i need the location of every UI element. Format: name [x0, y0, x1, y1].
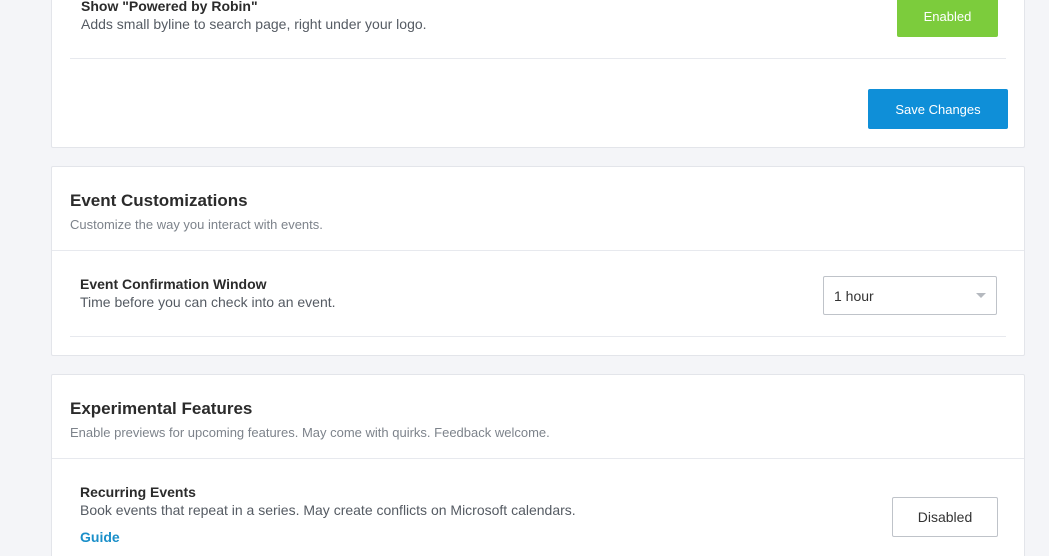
save-changes-button[interactable]: Save Changes: [868, 89, 1008, 129]
recurring-events-title: Recurring Events: [80, 484, 196, 500]
powered-by-description: Adds small byline to search page, right …: [81, 16, 427, 32]
recurring-events-toggle-button[interactable]: Disabled: [892, 497, 998, 537]
powered-by-toggle-button[interactable]: Enabled: [897, 0, 998, 37]
settings-page: Show "Powered by Robin" Adds small bylin…: [0, 0, 1049, 556]
experimental-features-subtitle: Enable previews for upcoming features. M…: [70, 425, 550, 440]
experimental-features-title: Experimental Features: [70, 399, 253, 418]
divider: [52, 250, 1024, 251]
event-customizations-card: Event Customizations Customize the way y…: [51, 166, 1025, 356]
recurring-events-guide-link[interactable]: Guide: [80, 529, 120, 545]
confirmation-window-select[interactable]: 1 hour: [823, 276, 997, 315]
confirmation-window-title: Event Confirmation Window: [80, 276, 267, 292]
divider: [70, 58, 1006, 59]
event-customizations-subtitle: Customize the way you interact with even…: [70, 217, 323, 232]
confirmation-window-description: Time before you can check into an event.: [80, 294, 336, 310]
branding-settings-card: Show "Powered by Robin" Adds small bylin…: [51, 0, 1025, 148]
recurring-events-description: Book events that repeat in a series. May…: [80, 502, 576, 518]
event-customizations-title: Event Customizations: [70, 191, 248, 210]
divider: [52, 458, 1024, 459]
confirmation-window-selected-value: 1 hour: [834, 287, 874, 304]
powered-by-title: Show "Powered by Robin": [81, 0, 258, 14]
chevron-down-icon: [976, 293, 986, 298]
experimental-features-card: Experimental Features Enable previews fo…: [51, 374, 1025, 556]
divider: [70, 336, 1006, 337]
